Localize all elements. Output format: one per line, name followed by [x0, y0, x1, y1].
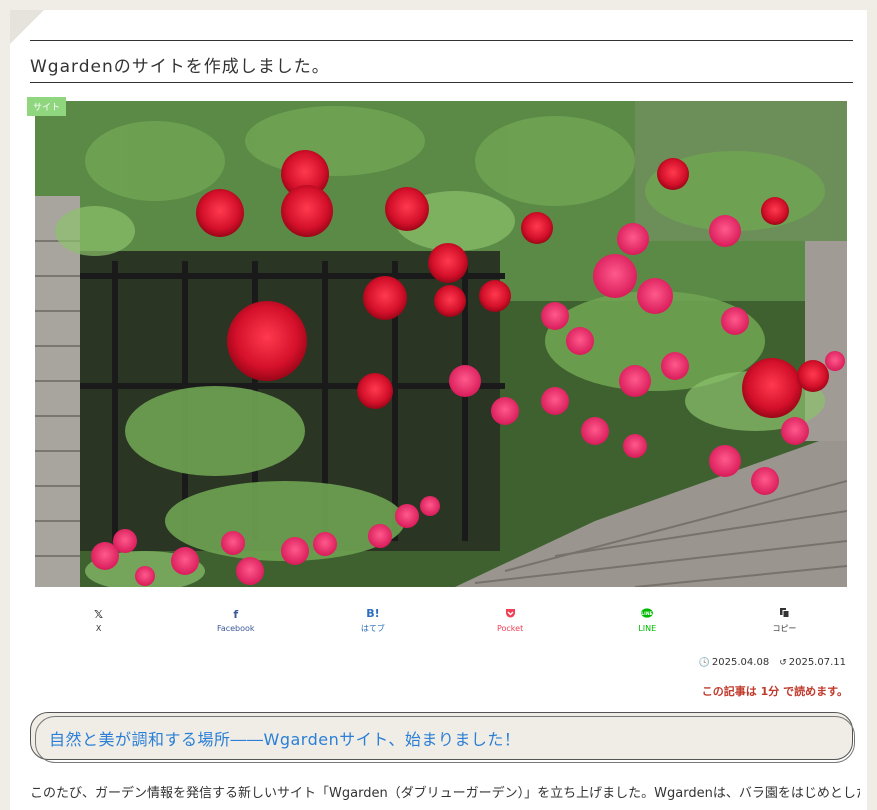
published-date: 🕓 2025.04.08: [699, 657, 769, 668]
svg-text:LINE: LINE: [642, 610, 653, 616]
section-heading-box: 自然と美が調和する場所――Wgardenサイト、始まりました！: [30, 712, 855, 763]
share-facebook-button[interactable]: f Facebook: [167, 600, 304, 640]
share-line-button[interactable]: LINE LINE: [579, 600, 716, 640]
title-bottom-rule: [30, 82, 853, 83]
section-heading: 自然と美が調和する場所――Wgardenサイト、始まりました！: [49, 730, 521, 749]
page-title: Wgardenのサイトを作成しました。: [30, 57, 330, 77]
share-line-label: LINE: [638, 623, 657, 633]
post-dates: 🕓 2025.04.08 ↺ 2025.07.11: [699, 657, 846, 668]
hero-image: [35, 101, 847, 587]
pocket-icon: [505, 608, 516, 622]
share-bar: 𝕏 X f Facebook B! はてブ Pocket LINE LINE コ…: [30, 600, 853, 640]
hatena-bookmark-icon: B!: [366, 606, 380, 620]
copy-icon: [779, 607, 790, 621]
line-icon: LINE: [641, 607, 654, 622]
intro-paragraph: このたび、ガーデン情報を発信する新しいサイト「Wgarden（ダブリューガーデン…: [30, 786, 860, 801]
category-badge[interactable]: サイト: [27, 97, 67, 116]
title-top-rule: [30, 40, 853, 41]
share-copy-label: コピー: [772, 623, 797, 633]
share-hatena-label: はてブ: [360, 623, 385, 633]
corner-fold: [10, 10, 44, 44]
share-pocket-label: Pocket: [496, 623, 524, 633]
read-time-notice: この記事は 1分 で読めます。: [701, 685, 848, 698]
share-x-label: X: [95, 623, 102, 633]
share-copy-button[interactable]: コピー: [716, 600, 853, 640]
share-hatena-button[interactable]: B! はてブ: [304, 600, 441, 640]
article-page: Wgardenのサイトを作成しました。 サイト 𝕏 X f Facebook B…: [10, 10, 867, 810]
updated-date: ↺ 2025.07.11: [779, 657, 846, 668]
facebook-icon: f: [233, 607, 239, 621]
rose-garden-photo: [35, 101, 847, 587]
clock-icon: 🕓: [698, 658, 710, 668]
share-x-button[interactable]: 𝕏 X: [30, 600, 167, 640]
updated-date-value: 2025.07.11: [788, 657, 846, 668]
share-facebook-label: Facebook: [216, 623, 255, 633]
published-date-value: 2025.04.08: [711, 657, 770, 668]
history-icon: ↺: [779, 658, 787, 668]
share-pocket-button[interactable]: Pocket: [442, 600, 579, 640]
x-icon: 𝕏: [94, 607, 104, 621]
